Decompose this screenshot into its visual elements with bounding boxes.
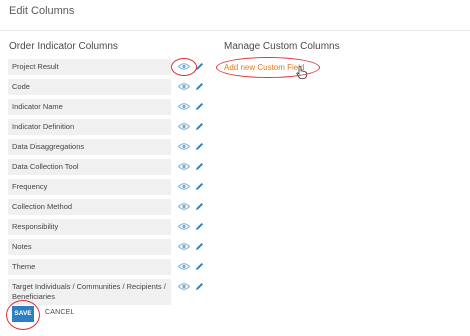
pencil-icon[interactable] bbox=[194, 101, 205, 112]
column-actions bbox=[178, 141, 214, 153]
eye-icon[interactable] bbox=[178, 62, 190, 71]
column-row[interactable]: Frequency bbox=[8, 179, 218, 195]
order-columns-title: Order Indicator Columns bbox=[9, 41, 118, 52]
column-label[interactable]: Indicator Definition bbox=[8, 119, 171, 135]
column-row[interactable]: Data Collection Tool bbox=[8, 159, 218, 175]
eye-icon[interactable] bbox=[178, 242, 190, 251]
column-label[interactable]: Notes bbox=[8, 239, 171, 255]
column-actions bbox=[178, 61, 214, 73]
column-label[interactable]: Theme bbox=[8, 259, 171, 275]
eye-icon[interactable] bbox=[178, 82, 190, 91]
column-actions bbox=[178, 281, 214, 293]
column-label[interactable]: Project Result bbox=[8, 59, 171, 75]
pencil-icon[interactable] bbox=[194, 61, 205, 72]
column-row[interactable]: Indicator Definition bbox=[8, 119, 218, 135]
eye-icon[interactable] bbox=[178, 202, 190, 211]
column-row[interactable]: Target Individuals / Communities / Recip… bbox=[8, 279, 218, 305]
cancel-button[interactable]: CANCEL bbox=[45, 309, 75, 316]
column-row[interactable]: Responsibility bbox=[8, 219, 218, 235]
custom-columns-title: Manage Custom Columns bbox=[224, 41, 340, 52]
pencil-icon[interactable] bbox=[194, 281, 205, 292]
column-row[interactable]: Data Disaggregations bbox=[8, 139, 218, 155]
pencil-icon[interactable] bbox=[194, 241, 205, 252]
column-actions bbox=[178, 261, 214, 273]
dialog-title: Edit Columns bbox=[9, 5, 75, 17]
column-label[interactable]: Frequency bbox=[8, 179, 171, 195]
hand-pointer-icon bbox=[296, 66, 307, 79]
eye-icon[interactable] bbox=[178, 222, 190, 231]
pencil-icon[interactable] bbox=[194, 121, 205, 132]
eye-icon[interactable] bbox=[178, 122, 190, 131]
column-row[interactable]: Notes bbox=[8, 239, 218, 255]
eye-icon[interactable] bbox=[178, 182, 190, 191]
column-label[interactable]: Responsibility bbox=[8, 219, 171, 235]
column-actions bbox=[178, 161, 214, 173]
dialog-header: Edit Columns bbox=[0, 0, 470, 31]
column-row[interactable]: Collection Method bbox=[8, 199, 218, 215]
pencil-icon[interactable] bbox=[194, 221, 205, 232]
eye-icon[interactable] bbox=[178, 262, 190, 271]
column-label[interactable]: Code bbox=[8, 79, 171, 95]
column-actions bbox=[178, 121, 214, 133]
column-actions bbox=[178, 181, 214, 193]
column-actions bbox=[178, 221, 214, 233]
column-row[interactable]: Theme bbox=[8, 259, 218, 275]
save-button[interactable]: SAVE bbox=[12, 306, 34, 322]
eye-icon[interactable] bbox=[178, 162, 190, 171]
column-row[interactable]: Project Result bbox=[8, 59, 218, 75]
order-columns-list: Project Result Code Indicator Name Indic… bbox=[8, 59, 218, 309]
column-label[interactable]: Indicator Name bbox=[8, 99, 171, 115]
pencil-icon[interactable] bbox=[194, 141, 205, 152]
eye-icon[interactable] bbox=[178, 142, 190, 151]
pencil-icon[interactable] bbox=[194, 261, 205, 272]
column-label[interactable]: Data Collection Tool bbox=[8, 159, 171, 175]
column-label[interactable]: Data Disaggregations bbox=[8, 139, 171, 155]
column-actions bbox=[178, 81, 214, 93]
pencil-icon[interactable] bbox=[194, 181, 205, 192]
pencil-icon[interactable] bbox=[194, 201, 205, 212]
column-row[interactable]: Code bbox=[8, 79, 218, 95]
column-label[interactable]: Collection Method bbox=[8, 199, 171, 215]
eye-icon[interactable] bbox=[178, 282, 190, 291]
column-label[interactable]: Target Individuals / Communities / Recip… bbox=[8, 279, 171, 305]
column-row[interactable]: Indicator Name bbox=[8, 99, 218, 115]
column-actions bbox=[178, 101, 214, 113]
pencil-icon[interactable] bbox=[194, 81, 205, 92]
column-actions bbox=[178, 201, 214, 213]
add-custom-field-link[interactable]: Add new Custom Field bbox=[224, 63, 304, 72]
pencil-icon[interactable] bbox=[194, 161, 205, 172]
column-actions bbox=[178, 241, 214, 253]
eye-icon[interactable] bbox=[178, 102, 190, 111]
